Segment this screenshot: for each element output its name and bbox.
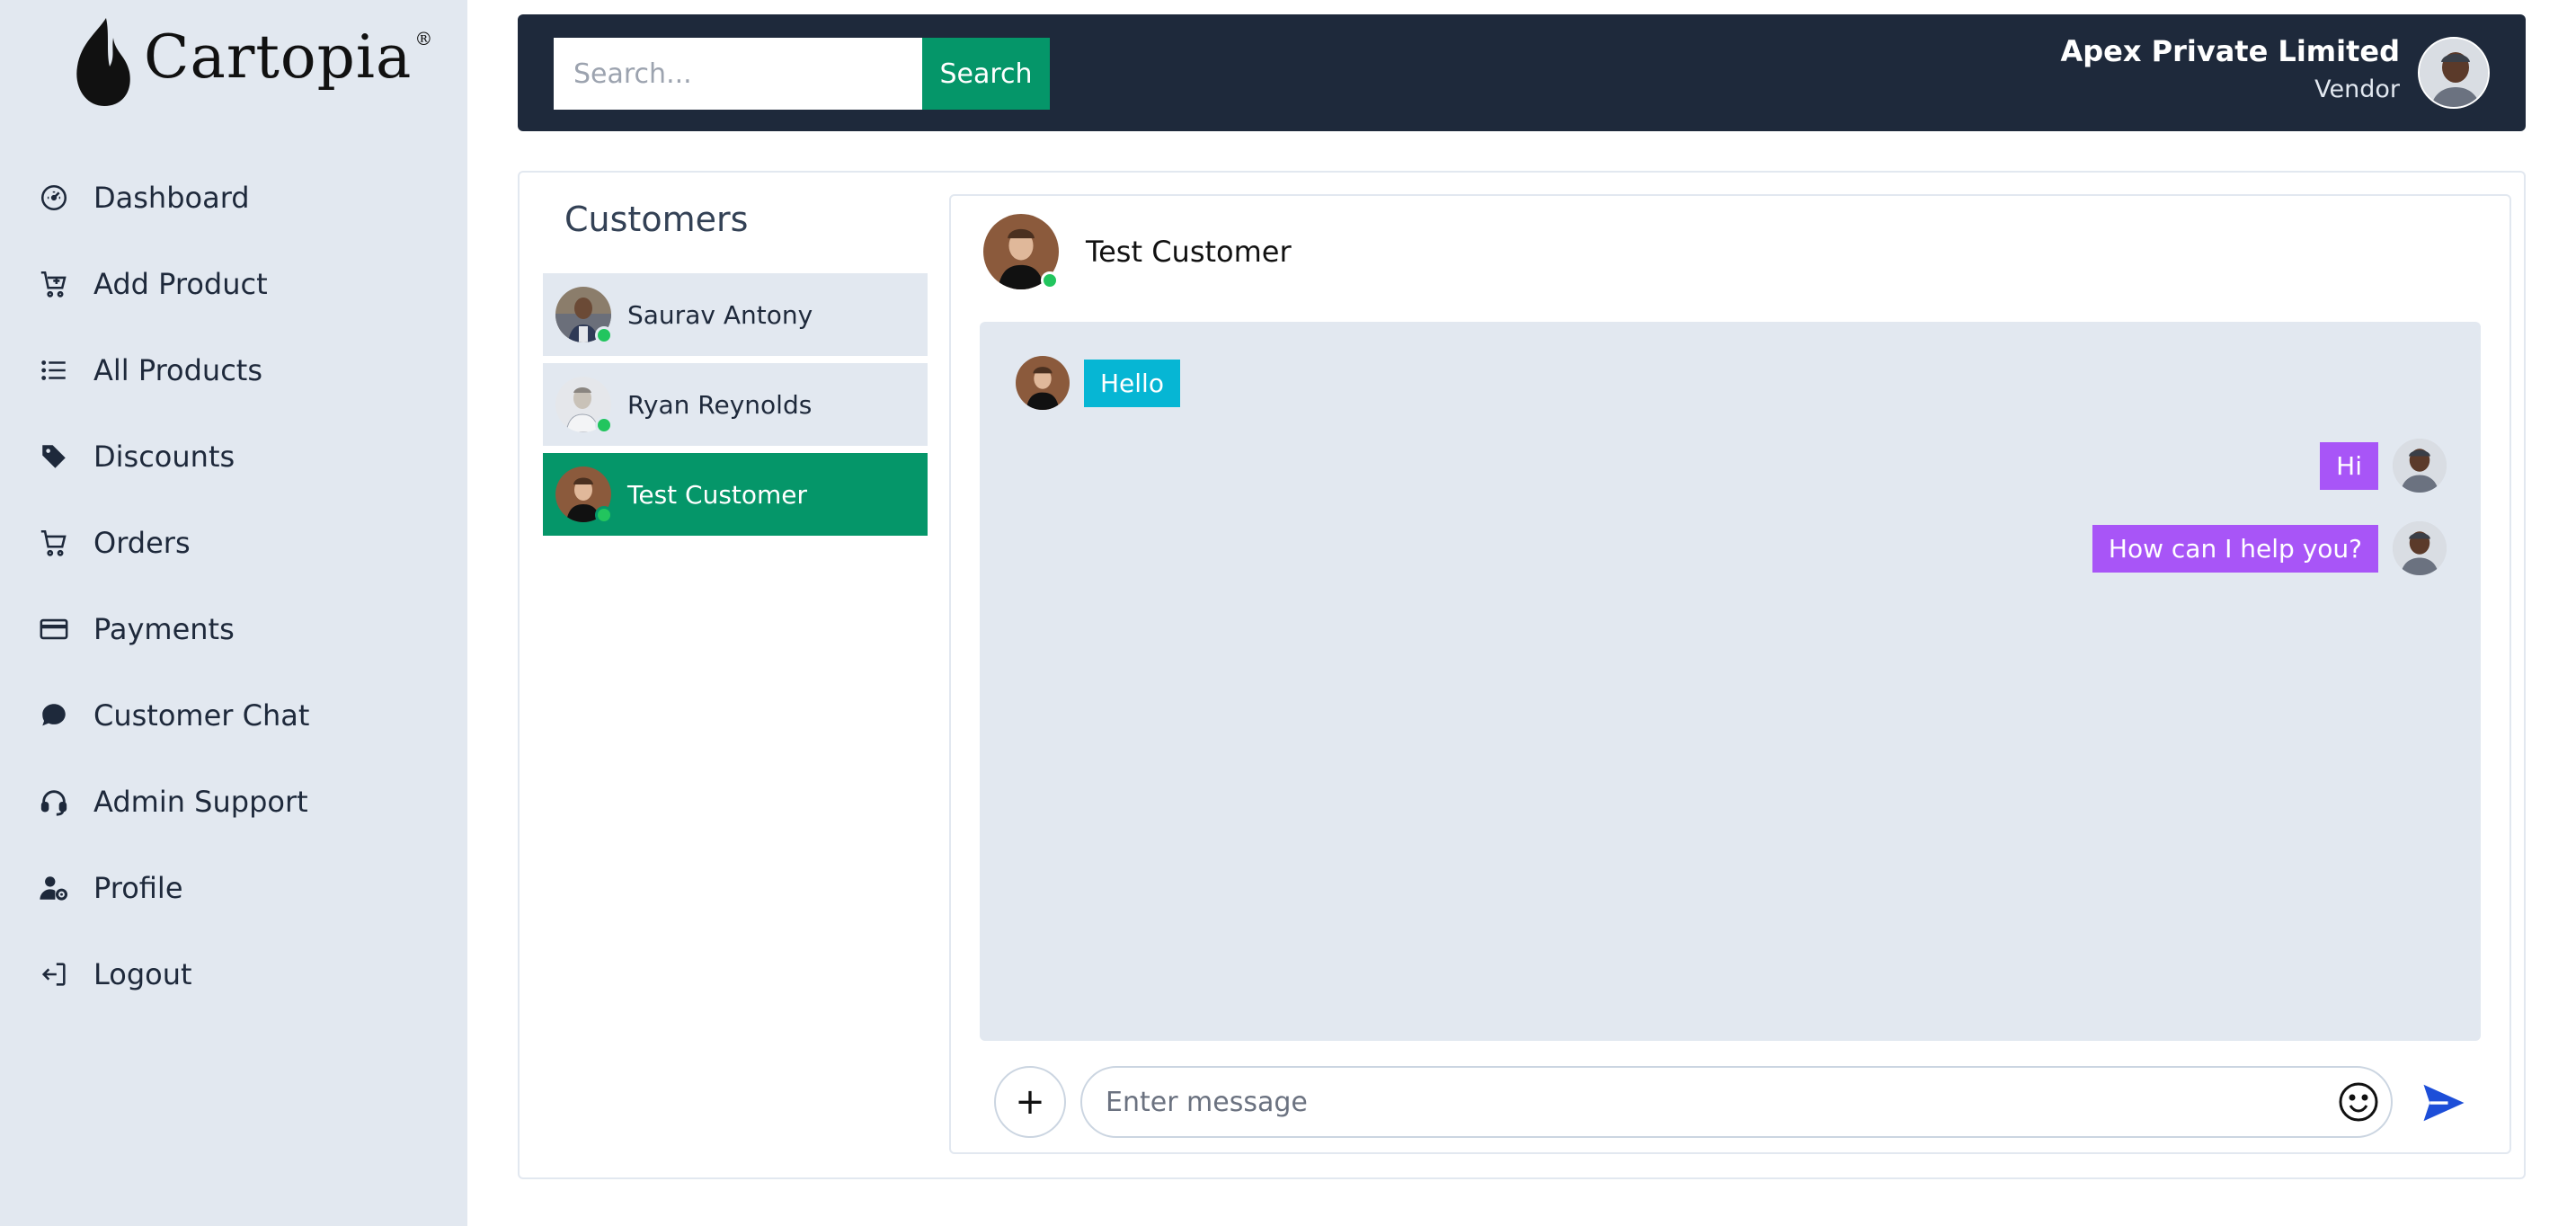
customer-item[interactable]: Saurav Antony	[543, 273, 928, 356]
avatar	[1016, 356, 1070, 410]
sidebar-item-orders[interactable]: Orders	[36, 500, 449, 586]
sidebar-item-label: Profile	[93, 871, 183, 905]
message-compose-row: +	[994, 1066, 2486, 1140]
sidebar-item-all-products[interactable]: All Products	[36, 327, 449, 413]
sidebar-item-customer-chat[interactable]: Customer Chat	[36, 672, 449, 759]
customer-list: Saurav Antony Ryan Reynolds Test Custome…	[543, 273, 928, 543]
plus-icon: +	[1015, 1081, 1045, 1123]
sidebar: Cartopia ® Dashboard Add Product All Prod…	[0, 0, 467, 1226]
message-incoming: Hello	[1016, 356, 1180, 410]
sidebar-item-label: Customer Chat	[93, 698, 310, 733]
chat-header: Test Customer	[983, 214, 1292, 289]
vendor-role: Vendor	[2314, 76, 2400, 103]
flame-logo-icon	[76, 18, 130, 106]
sidebar-item-label: Discounts	[93, 440, 235, 474]
message-input[interactable]	[1080, 1066, 2393, 1138]
customer-avatar-wrap	[555, 287, 613, 344]
registered-mark: ®	[414, 27, 434, 49]
customer-item[interactable]: Ryan Reynolds	[543, 363, 928, 446]
customer-item-active[interactable]: Test Customer	[543, 453, 928, 536]
message-bubble: Hi	[2320, 441, 2378, 490]
send-icon[interactable]	[2420, 1079, 2468, 1127]
attach-button[interactable]: +	[994, 1066, 1066, 1138]
sidebar-item-dashboard[interactable]: Dashboard	[36, 155, 449, 241]
sidebar-item-discounts[interactable]: Discounts	[36, 413, 449, 500]
sidebar-item-label: Logout	[93, 957, 192, 991]
sidebar-item-add-product[interactable]: Add Product	[36, 241, 449, 327]
headset-icon	[36, 784, 72, 820]
online-status-dot	[595, 506, 613, 524]
sidebar-item-payments[interactable]: Payments	[36, 586, 449, 672]
sidebar-nav: Dashboard Add Product All Products Disco…	[36, 155, 449, 1017]
cart-icon	[36, 525, 72, 561]
customer-name: Test Customer	[627, 479, 808, 510]
list-icon	[36, 352, 72, 388]
emoji-icon[interactable]	[2337, 1080, 2380, 1124]
sidebar-item-admin-support[interactable]: Admin Support	[36, 759, 449, 845]
chat-header-name: Test Customer	[1086, 235, 1292, 269]
sidebar-item-label: Add Product	[93, 267, 268, 301]
online-status-dot	[595, 326, 613, 344]
chat-header-avatar-wrap	[983, 214, 1059, 289]
message-bubble: Hello	[1084, 359, 1180, 407]
vendor-info: Apex Private Limited Vendor	[2060, 34, 2400, 103]
logout-icon	[36, 956, 72, 992]
message-bubble: How can I help you?	[2092, 524, 2378, 573]
brand-logo[interactable]: Cartopia ®	[70, 16, 434, 108]
chat-card: Customers Saurav Antony Ryan Reynolds Te…	[518, 171, 2526, 1179]
cart-plus-icon	[36, 266, 72, 302]
sidebar-item-label: Orders	[93, 526, 191, 560]
message-outgoing: How can I help you?	[2092, 521, 2447, 575]
avatar	[2393, 439, 2447, 493]
user-gear-icon	[36, 870, 72, 906]
customers-title: Customers	[564, 200, 749, 239]
credit-card-icon	[36, 611, 72, 647]
chat-messages-area: Hello Hi How can I help you?	[980, 322, 2481, 1041]
sidebar-item-label: Dashboard	[93, 181, 250, 215]
customer-avatar-wrap	[555, 466, 613, 524]
brand-name: Cartopia ®	[144, 22, 434, 92]
tags-icon	[36, 439, 72, 475]
vendor-avatar[interactable]	[2418, 37, 2490, 109]
sidebar-item-label: All Products	[93, 353, 263, 387]
customer-name: Ryan Reynolds	[627, 389, 813, 420]
search-input[interactable]	[554, 38, 922, 110]
search-button[interactable]: Search	[922, 38, 1050, 110]
customer-avatar-wrap	[555, 377, 613, 434]
avatar	[2393, 521, 2447, 575]
online-status-dot	[595, 416, 613, 434]
gauge-icon	[36, 180, 72, 216]
chat-panel: Test Customer Hello Hi How can I help yo…	[949, 194, 2511, 1154]
message-outgoing: Hi	[2320, 439, 2447, 493]
online-status-dot	[1041, 271, 1059, 289]
chat-icon	[36, 697, 72, 733]
customer-name: Saurav Antony	[627, 299, 813, 330]
sidebar-item-logout[interactable]: Logout	[36, 931, 449, 1017]
sidebar-item-label: Admin Support	[93, 785, 308, 819]
sidebar-item-label: Payments	[93, 612, 235, 646]
top-bar: Search Apex Private Limited Vendor	[518, 14, 2526, 131]
vendor-name: Apex Private Limited	[2060, 34, 2400, 68]
sidebar-item-profile[interactable]: Profile	[36, 845, 449, 931]
